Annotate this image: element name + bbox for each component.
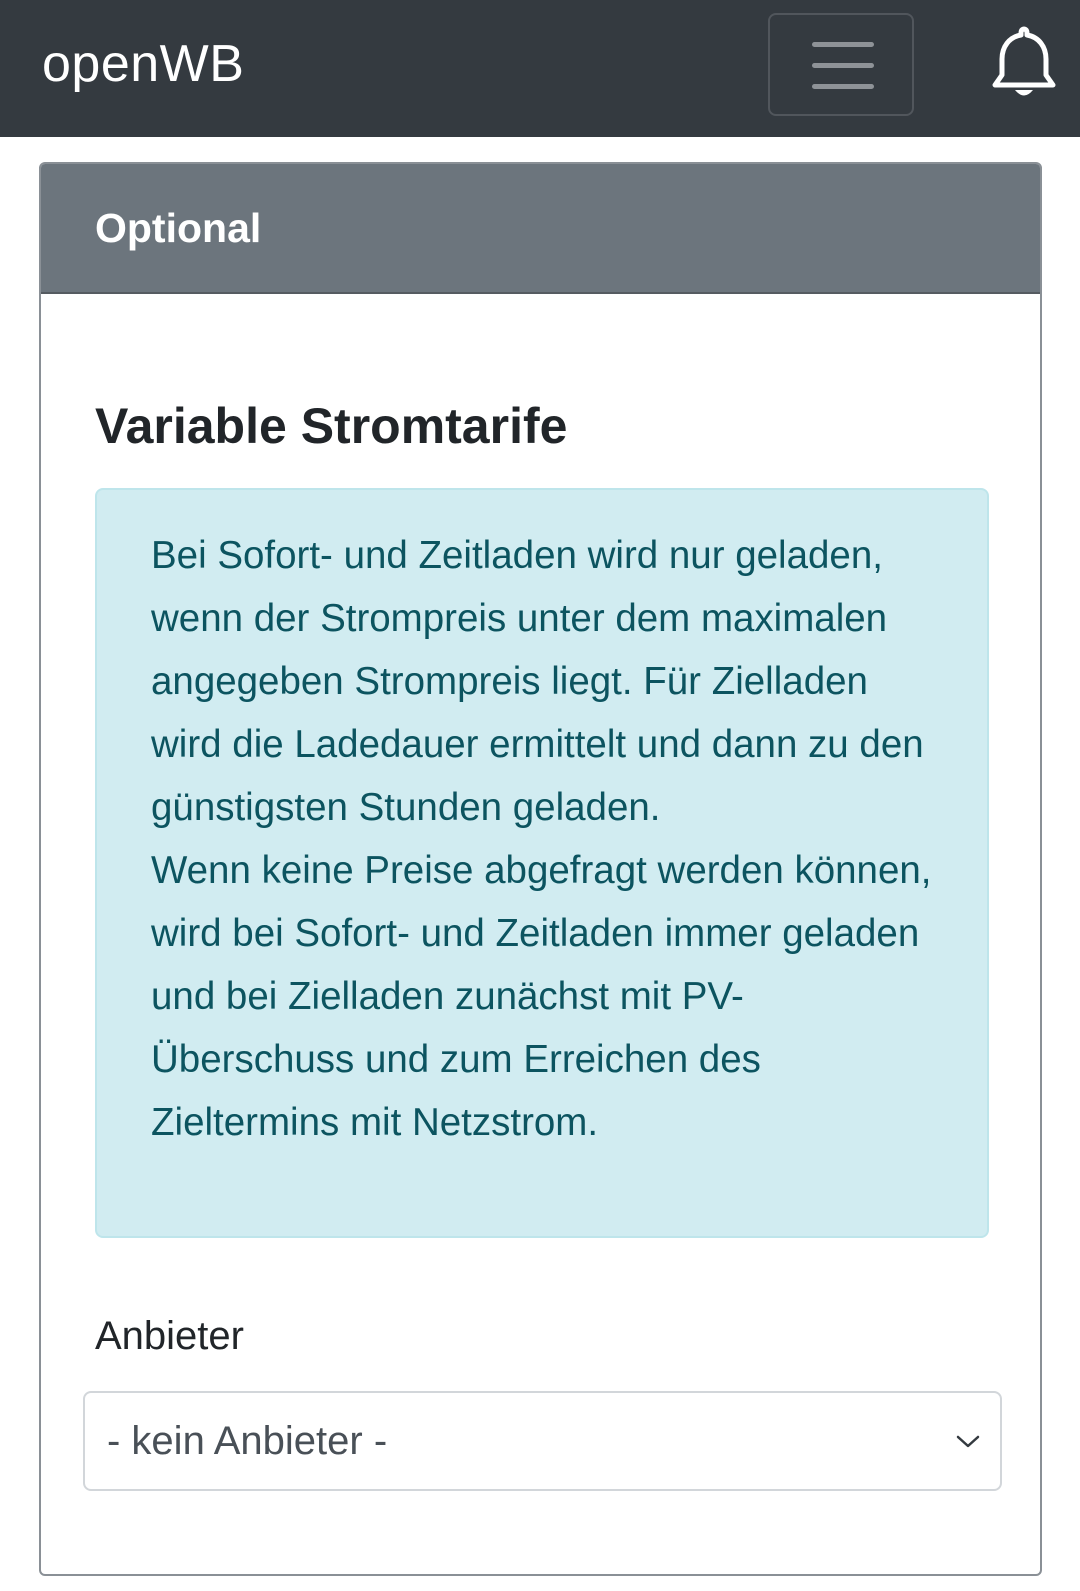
- hamburger-menu-icon: [812, 42, 874, 47]
- hamburger-menu-icon-bar: [812, 84, 874, 89]
- card-header[interactable]: Optional: [41, 164, 1040, 294]
- optional-card: Optional Variable Stromtarife Bei Sofort…: [39, 162, 1042, 1576]
- info-alert: Bei Sofort- und Zeitladen wird nur gelad…: [95, 488, 989, 1238]
- top-navbar: openWB: [0, 0, 1080, 137]
- menu-toggle-button[interactable]: [768, 13, 914, 116]
- card-header-title: Optional: [95, 205, 262, 251]
- provider-select-value: - kein Anbieter -: [107, 1419, 388, 1463]
- provider-select[interactable]: - kein Anbieter -: [83, 1391, 1002, 1491]
- info-paragraph: Wenn keine Preise abgefragt werden könne…: [151, 849, 932, 1144]
- bell-icon[interactable]: [990, 25, 1058, 101]
- section-title: Variable Stromtarife: [95, 398, 568, 454]
- hamburger-menu-icon-bar: [812, 63, 874, 68]
- brand-logo[interactable]: openWB: [42, 34, 244, 94]
- provider-label: Anbieter: [95, 1314, 244, 1358]
- info-paragraph: Bei Sofort- und Zeitladen wird nur gelad…: [151, 534, 924, 829]
- chevron-down-icon: [956, 1435, 980, 1448]
